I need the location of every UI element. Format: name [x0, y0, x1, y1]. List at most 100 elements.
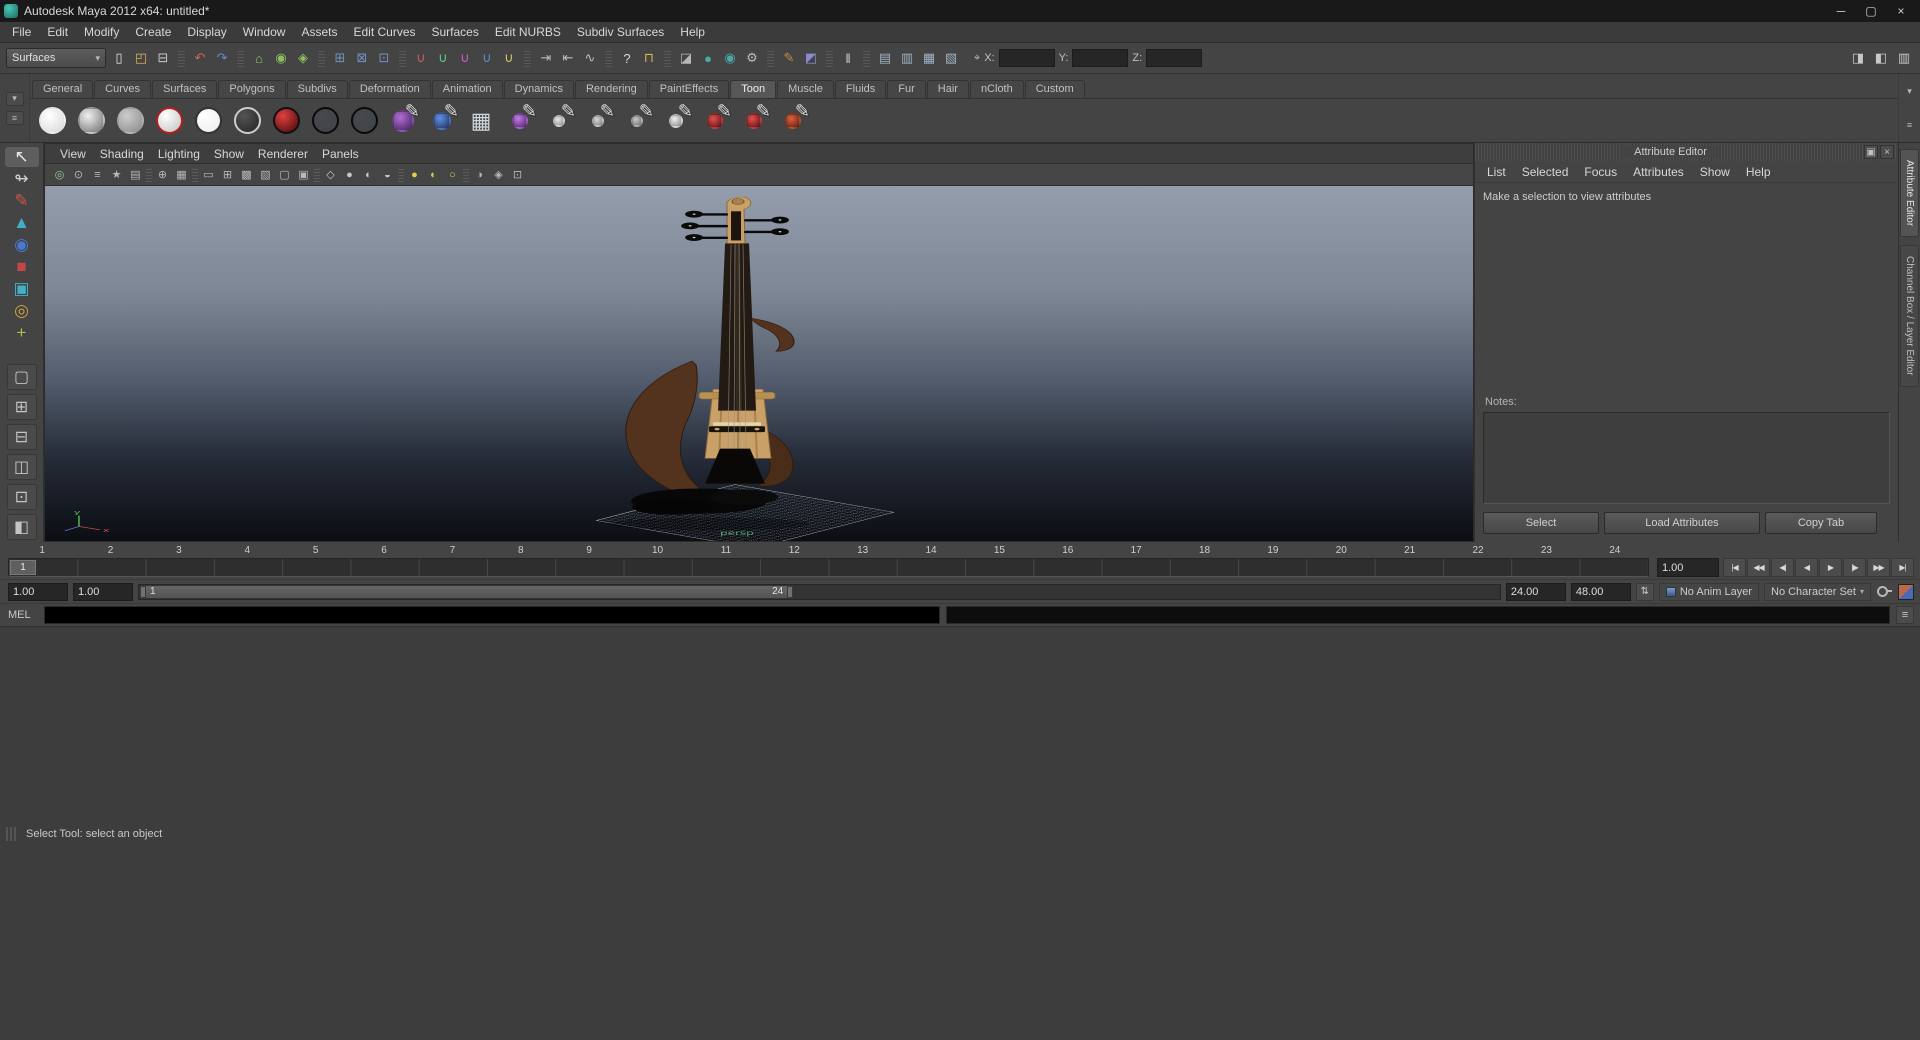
tab-channel-box-layer-editor[interactable]: Channel Box / Layer Editor: [1900, 245, 1919, 387]
gate-mask-icon[interactable]: ▩: [238, 166, 255, 183]
minimize-button[interactable]: ─: [1826, 1, 1856, 21]
panel-menu-item[interactable]: Lighting: [151, 145, 207, 163]
shelf-tab[interactable]: General: [32, 80, 94, 98]
lock-selection-icon[interactable]: ⊓: [639, 48, 659, 68]
shelf-tab[interactable]: nCloth: [969, 80, 1024, 98]
script-editor-icon[interactable]: ≡: [1896, 606, 1914, 624]
viewport-separator[interactable]: [192, 167, 198, 182]
layout-four-pane[interactable]: ⊞: [6, 394, 37, 420]
toon-shelf-red-rim-ball[interactable]: [151, 103, 187, 139]
toolbar-group-separator[interactable]: [605, 49, 612, 67]
use-no-lights-icon[interactable]: ○: [444, 166, 461, 183]
toon-shelf-gray-ball[interactable]: [112, 103, 148, 139]
mel-output[interactable]: [945, 606, 1890, 624]
select-object-icon[interactable]: ◉: [271, 48, 291, 68]
shelf-tab[interactable]: Deformation: [348, 80, 431, 98]
menu-item[interactable]: Edit Curves: [345, 23, 423, 41]
smooth-shade-icon[interactable]: ●: [341, 166, 358, 183]
toon-shelf-red-ball[interactable]: [268, 103, 304, 139]
field-chart-icon[interactable]: ▧: [257, 166, 274, 183]
x-input[interactable]: [998, 49, 1055, 67]
toon-shelf-red-brush-3[interactable]: ✎: [775, 101, 811, 139]
menu-item[interactable]: Modify: [76, 23, 127, 41]
auto-keyframe-icon[interactable]: [1876, 583, 1893, 600]
camera-attributes-icon[interactable]: ≡: [89, 166, 106, 183]
panel-menu-item[interactable]: View: [53, 145, 93, 163]
panel-menu-item[interactable]: Renderer: [251, 145, 315, 163]
step-forward-key-button[interactable]: |▶: [1843, 558, 1866, 577]
wireframe-icon[interactable]: ◇: [322, 166, 339, 183]
render-view-icon[interactable]: ◪: [676, 48, 696, 68]
oversampling-icon[interactable]: ▦: [173, 166, 190, 183]
menu-item[interactable]: Help: [672, 23, 713, 41]
mel-label[interactable]: MEL: [8, 609, 38, 621]
bookmarks-icon[interactable]: ★: [108, 166, 125, 183]
shelf-tab[interactable]: Polygons: [218, 80, 286, 98]
menu-item[interactable]: Assets: [293, 23, 345, 41]
toon-shelf-purple-ball-brush[interactable]: ✎: [385, 101, 421, 139]
shelf-tab[interactable]: Fur: [887, 80, 926, 98]
layout-three-pane[interactable]: ⊡: [6, 484, 37, 510]
construction-history-icon[interactable]: ∿: [580, 48, 600, 68]
play-backwards-button[interactable]: ◀: [1795, 558, 1818, 577]
toolbar-group-separator[interactable]: [863, 49, 870, 67]
undo-icon[interactable]: ↶: [190, 48, 210, 68]
toon-shelf-ball-brush-small[interactable]: ✎: [658, 101, 694, 139]
toolbar-group-separator[interactable]: [318, 49, 325, 67]
shelf-tab[interactable]: Dynamics: [503, 80, 574, 98]
menu-item[interactable]: Edit: [39, 23, 76, 41]
toon-shelf-red-brush-2[interactable]: ✎: [736, 101, 772, 139]
z-input[interactable]: [1146, 49, 1203, 67]
viewport-separator[interactable]: [146, 167, 152, 182]
menu-item[interactable]: Surfaces: [424, 23, 487, 41]
paint-select-tool[interactable]: ✎: [5, 191, 39, 211]
playback-end-field[interactable]: [1505, 582, 1566, 601]
menu-item[interactable]: Window: [235, 23, 294, 41]
resolution-gate-icon[interactable]: ⊞: [219, 166, 236, 183]
input-connections-icon[interactable]: ⇥: [536, 48, 556, 68]
toon-shelf-blue-ball-brush[interactable]: ✎: [424, 101, 460, 139]
ae-menu-item[interactable]: Help: [1738, 163, 1779, 181]
tab-attribute-editor[interactable]: Attribute Editor: [1900, 149, 1919, 238]
shelf-tab[interactable]: Rendering: [574, 80, 648, 98]
use-all-lights-icon[interactable]: ●: [406, 166, 423, 183]
shelf-tab[interactable]: Custom: [1024, 80, 1085, 98]
quick-help-icon[interactable]: ?: [617, 48, 637, 68]
ae-menu-item[interactable]: Attributes: [1625, 163, 1692, 181]
toolbar-group-separator[interactable]: [178, 49, 185, 67]
range-start-handle[interactable]: [140, 585, 146, 598]
snap-to-view-planes-icon[interactable]: ∪: [477, 48, 497, 68]
anim-layer-menu[interactable]: No Anim Layer: [1658, 582, 1759, 601]
range-end-handle[interactable]: [787, 585, 794, 598]
toggle-channel-box-icon[interactable]: ▥: [1894, 48, 1914, 68]
maximize-button[interactable]: ▢: [1856, 1, 1886, 21]
animation-preferences-icon[interactable]: [1898, 583, 1914, 600]
layout-single-pane[interactable]: ▢: [6, 364, 37, 390]
toolbar-group-separator[interactable]: [826, 49, 833, 67]
go-to-start-button[interactable]: |◀: [1723, 558, 1746, 577]
toolbar-group-separator[interactable]: [664, 49, 671, 67]
universal-manipulator-tool[interactable]: ▣: [5, 279, 39, 299]
panel-menu-item[interactable]: Panels: [315, 145, 366, 163]
ae-menu-item[interactable]: Selected: [1514, 163, 1577, 181]
layout-outliner-persp[interactable]: ◧: [6, 514, 37, 540]
toon-shelf-flat-white-ball[interactable]: [190, 103, 226, 139]
toolbar-group-separator[interactable]: [767, 49, 774, 67]
range-slider-bar[interactable]: 1 24: [140, 585, 794, 598]
outliner-icon[interactable]: ▥: [897, 48, 917, 68]
viewport-separator[interactable]: [463, 167, 469, 182]
select-component-icon[interactable]: ◈: [293, 48, 313, 68]
toolbar-group-separator[interactable]: [399, 49, 406, 67]
panel-float-icon[interactable]: ▣: [1863, 145, 1878, 159]
step-back-frame-button[interactable]: ◀◀: [1747, 558, 1770, 577]
redo-icon[interactable]: ↷: [212, 48, 232, 68]
shadows-icon[interactable]: ◑: [471, 166, 488, 183]
hypergraph-icon[interactable]: ▤: [875, 48, 895, 68]
menu-item[interactable]: Edit NURBS: [487, 23, 569, 41]
range-updown-icon[interactable]: ⇅: [1635, 582, 1654, 601]
shelf-tab[interactable]: Hair: [926, 80, 969, 98]
shelf-tab-menu-icon[interactable]: ▾: [5, 91, 24, 106]
hypershade-icon[interactable]: ◩: [801, 48, 821, 68]
new-scene-icon[interactable]: ▯: [109, 48, 129, 68]
lock-camera-icon[interactable]: ⊙: [70, 166, 87, 183]
